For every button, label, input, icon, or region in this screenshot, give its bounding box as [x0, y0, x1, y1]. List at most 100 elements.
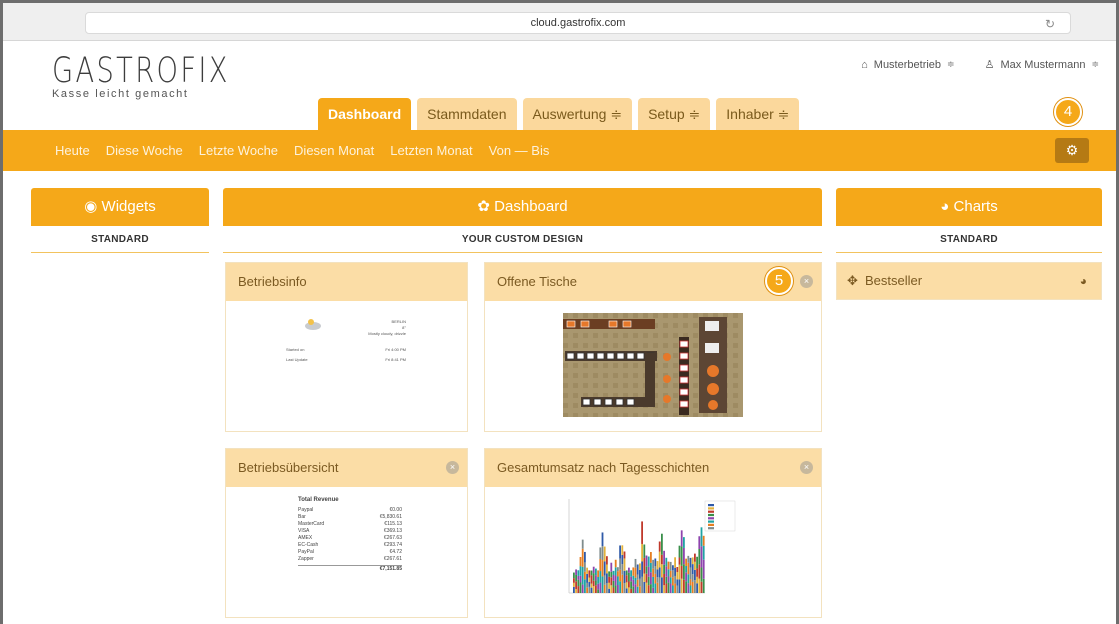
chart-mark [625, 582, 628, 589]
chart-mark [588, 581, 591, 587]
close-icon[interactable]: × [800, 461, 813, 474]
panel-header[interactable]: Betriebsinfo [226, 263, 467, 301]
chart-mark [601, 560, 604, 577]
chart-mark [641, 576, 643, 593]
chart-mark [665, 576, 668, 584]
chart-mark [654, 558, 657, 567]
chart-mark [575, 581, 577, 590]
widgets-title: Widgets [101, 198, 156, 215]
chart-mark [694, 553, 696, 562]
chart-mark [612, 570, 615, 576]
wrench-icon[interactable]: ⚙ [1055, 138, 1089, 163]
chart-mark [588, 570, 591, 578]
chart-mark [590, 575, 593, 584]
chart-mark [608, 588, 610, 593]
chart-mark [573, 578, 575, 583]
widgets-header: ◉ Widgets [31, 188, 209, 226]
chart-mark [650, 572, 652, 585]
chart-mark [663, 564, 665, 574]
panel-betriebsuebersicht[interactable]: Betriebsübersicht × Total Revenue Paypal… [225, 448, 468, 618]
chart-mark [590, 583, 593, 588]
chart-mark [634, 584, 637, 593]
chart-mark [702, 578, 705, 593]
revenue-chart-thumbnail [485, 487, 821, 617]
chart-mark [685, 558, 687, 566]
move-icon[interactable]: ✥ [847, 263, 858, 299]
chart-mark [661, 533, 663, 555]
chart-mark [672, 565, 674, 571]
panel-gesamtumsatz[interactable]: Gesamtumsatz nach Tagesschichten × [484, 448, 822, 618]
chart-mark [650, 562, 652, 573]
chart-mark [634, 577, 637, 585]
chart-mark [647, 566, 650, 577]
chart-mark [630, 588, 632, 593]
chevron-updown-icon: ≑ [1091, 59, 1099, 69]
chart-mark [665, 566, 668, 577]
chart-mark [592, 566, 595, 574]
tab-stammdaten[interactable]: Stammdaten [417, 98, 517, 130]
chart-mark [680, 565, 683, 579]
tab-inhaber[interactable]: Inhaber ≑ [716, 98, 800, 130]
chart-mark [676, 585, 679, 593]
chart-mark [650, 552, 652, 563]
chart-mark [663, 550, 665, 565]
chart-mark [601, 532, 604, 547]
chart-mark [656, 582, 659, 593]
chart-mark [628, 572, 630, 582]
charts-title: Charts [953, 198, 998, 215]
legend-swatch [708, 510, 714, 513]
chart-mark [614, 575, 617, 586]
chart-mark [617, 585, 619, 593]
chart-mark [650, 584, 652, 593]
table-map-content [485, 301, 821, 431]
panel-header[interactable]: Betriebsübersicht × [226, 449, 467, 487]
revenue-content: Total Revenue Paypal €0.00 Bar €5,830.61 M… [226, 487, 467, 617]
chart-mark [606, 573, 608, 584]
chart-mark [606, 564, 608, 574]
chart-mark [698, 536, 701, 549]
range-this-week[interactable]: Diese Woche [106, 130, 183, 171]
chart-item-bestseller[interactable]: ✥ Bestseller ◕ [836, 262, 1102, 300]
chart-mark [641, 543, 643, 562]
chart-mark [628, 581, 630, 588]
tab-auswertung[interactable]: Auswertung ≑ [522, 98, 633, 130]
tab-setup[interactable]: Setup ≑ [638, 98, 711, 130]
tab-dashboard[interactable]: Dashboard [318, 98, 412, 130]
close-icon[interactable]: × [446, 461, 459, 474]
chart-mark [575, 589, 577, 593]
range-last-month[interactable]: Letzten Monat [390, 130, 472, 171]
reload-icon[interactable]: ↻ [1042, 16, 1058, 32]
chart-mark [698, 578, 701, 593]
chart-mark [584, 579, 586, 593]
url-bar[interactable]: cloud.gastrofix.com ↻ [85, 12, 1071, 34]
chart-mark [625, 588, 628, 593]
business-name: Musterbetrieb [873, 58, 942, 71]
panel-title: Betriebsübersicht [238, 460, 339, 475]
range-this-month[interactable]: Diesen Monat [294, 130, 374, 171]
chart-mark [617, 576, 619, 586]
chart-mark [623, 583, 626, 593]
chart-mark [689, 557, 692, 568]
chart-mark [573, 582, 575, 587]
chart-mark [639, 578, 641, 587]
range-today[interactable]: Heute [55, 130, 90, 171]
panel-betriebsinfo[interactable]: Betriebsinfo BERLIN 8° Mostly cloudy, dr… [225, 262, 468, 432]
range-last-week[interactable]: Letzte Woche [199, 130, 278, 171]
chart-mark [625, 575, 628, 583]
panel-header[interactable]: Gesamtumsatz nach Tagesschichten × [485, 449, 821, 487]
user-bar: ⌂ Musterbetrieb ≑ ♙ Max Mustermann ≑ [861, 58, 1099, 72]
chart-mark [691, 564, 694, 575]
logo[interactable]: GASTROFIX Kasse leicht gemacht [52, 52, 280, 100]
logo-name: GASTROFIX [52, 51, 230, 91]
chart-mark [643, 557, 646, 574]
charts-subtitle: STANDARD [836, 229, 1102, 253]
chart-mark [652, 576, 654, 588]
chart-mark [625, 570, 628, 576]
range-custom[interactable]: Von — Bis [489, 130, 550, 171]
business-selector[interactable]: ⌂ Musterbetrieb ≑ [861, 58, 954, 71]
user-menu[interactable]: ♙ Max Mustermann ≑ [985, 58, 1099, 72]
chart-mark [665, 583, 668, 593]
close-icon[interactable]: × [800, 275, 813, 288]
chart-item-header[interactable]: ✥ Bestseller ◕ [837, 263, 1101, 299]
chart-mark [698, 548, 701, 565]
